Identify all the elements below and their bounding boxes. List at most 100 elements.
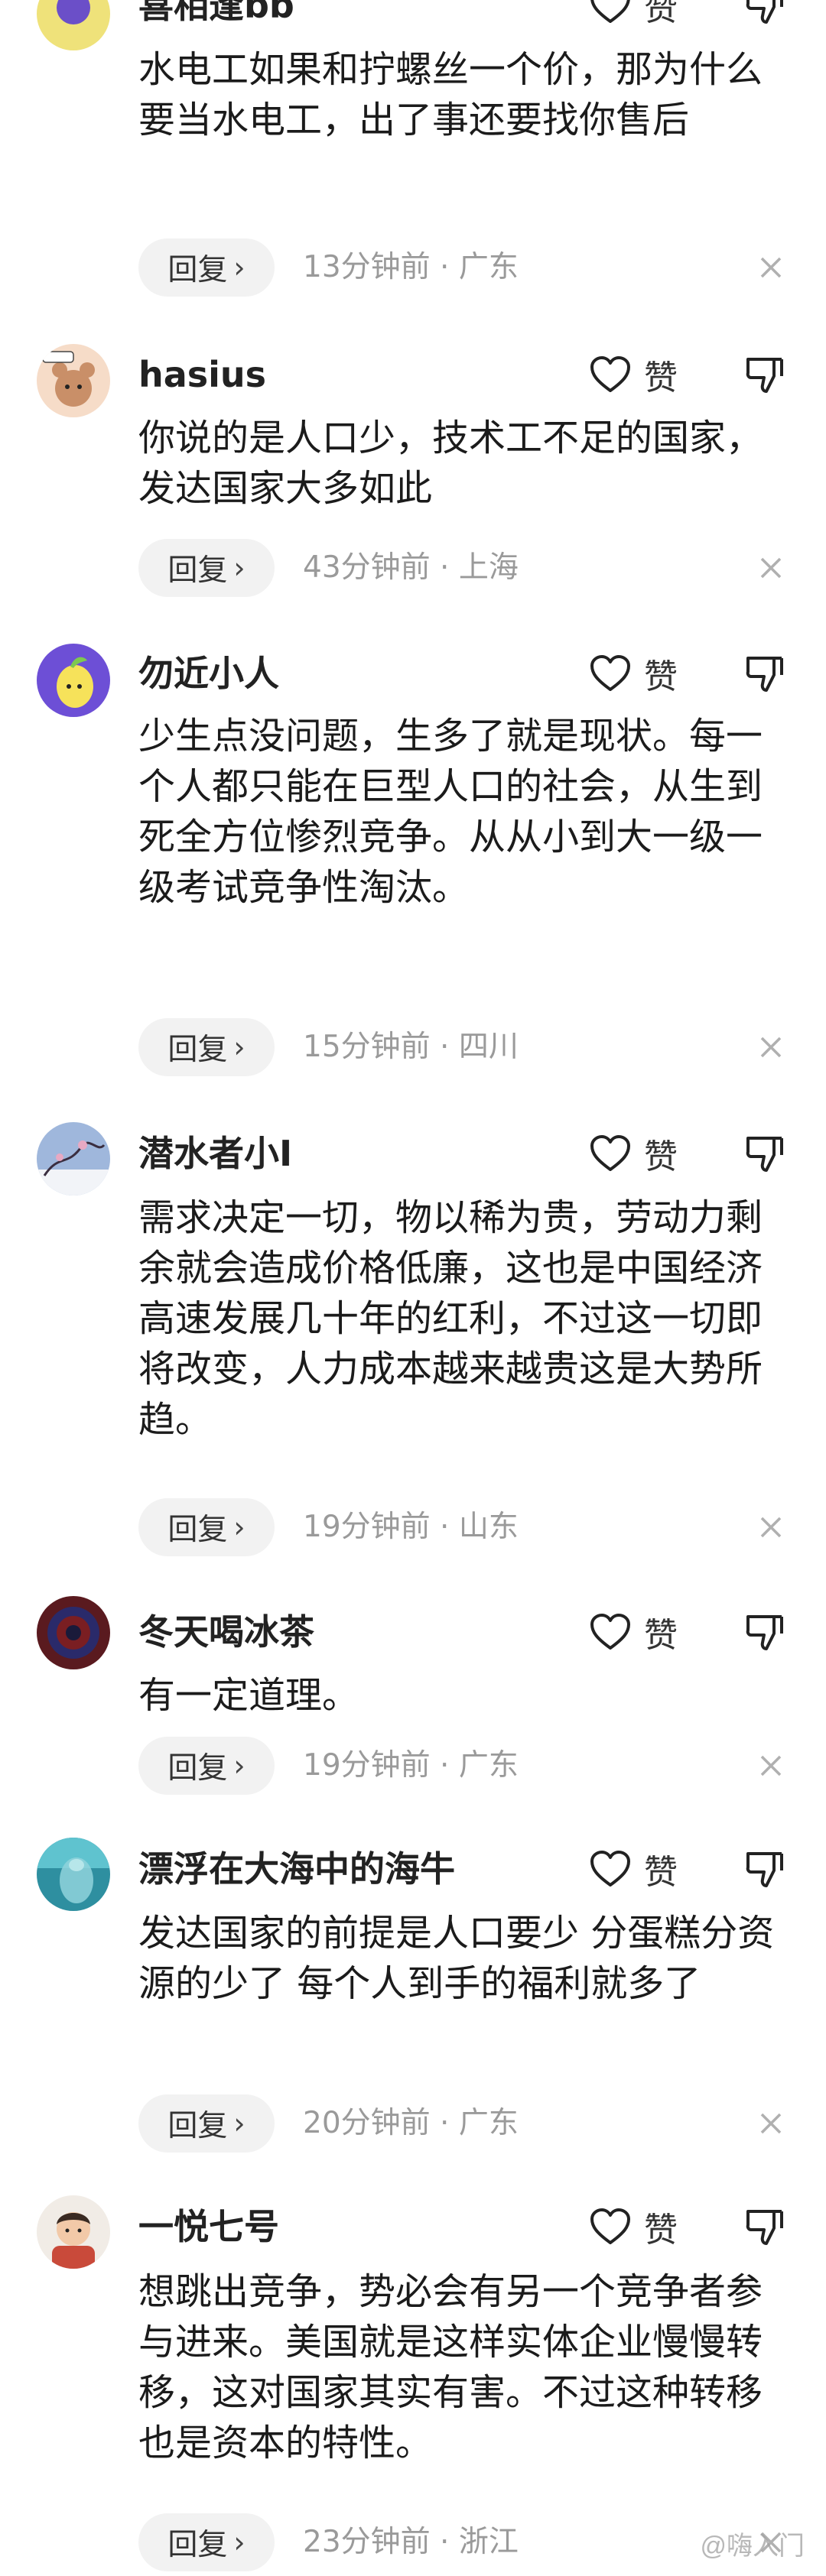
comment-meta: 23分钟前 · 浙江 (303, 2525, 519, 2559)
dislike-button[interactable] (742, 1127, 788, 1180)
reply-button[interactable]: 回复 › (138, 2513, 275, 2571)
avatar[interactable] (37, 644, 110, 717)
like-label: 赞 (644, 358, 678, 397)
like-button[interactable]: 赞 (589, 1605, 678, 1659)
dislike-button[interactable] (742, 1842, 788, 1896)
comment-location: 浙江 (458, 2525, 519, 2559)
comment-meta: 20分钟前 · 广东 (303, 2106, 519, 2140)
comment-text: 需求决定一切，物以稀为贵，劳动力剩余就会造成价格低廉，这也是中国经济高速发展几十… (138, 1196, 763, 1441)
close-icon (760, 1037, 782, 1058)
close-button[interactable] (756, 238, 786, 297)
comment-meta: 19分钟前 · 山东 (303, 1510, 519, 1544)
like-button[interactable]: 赞 (589, 1127, 678, 1180)
avatar[interactable] (37, 2195, 110, 2269)
thumbs-down-icon (746, 2210, 783, 2245)
username[interactable]: 漂浮在大海中的海牛 (138, 1842, 455, 1896)
heart-icon (590, 1851, 630, 1887)
close-button[interactable] (756, 1018, 786, 1076)
reply-label: 回复 (167, 2109, 228, 2143)
avatar[interactable] (37, 1838, 110, 1911)
dislike-button[interactable] (742, 348, 788, 401)
reply-button[interactable]: 回复 › (138, 539, 275, 597)
thumbs-down-icon (746, 1852, 783, 1887)
reply-label: 回复 (167, 2528, 228, 2562)
close-icon (760, 1517, 782, 1538)
thumbs-down-icon (746, 1615, 783, 1650)
chevron-right-icon: › (233, 551, 246, 585)
comment-meta: 13分钟前 · 广东 (303, 250, 519, 284)
comment-meta: 43分钟前 · 上海 (303, 550, 519, 585)
comment-time: 43分钟前 (303, 550, 431, 585)
like-label: 赞 (644, 2211, 678, 2250)
comment-time: 23分钟前 (303, 2525, 431, 2559)
chevron-right-icon: › (233, 1749, 246, 1783)
like-label: 赞 (644, 0, 678, 28)
reply-button[interactable]: 回复 › (138, 1498, 275, 1556)
avatar[interactable] (37, 1596, 110, 1669)
comment-location: 上海 (458, 550, 519, 585)
close-icon (760, 557, 782, 579)
comment-time: 20分钟前 (303, 2106, 431, 2140)
reply-button[interactable]: 回复 › (138, 1018, 275, 1076)
like-button[interactable]: 赞 (589, 348, 678, 401)
reply-button[interactable]: 回复 › (138, 238, 275, 297)
username[interactable]: 勿近小人 (138, 647, 279, 700)
comment-text: 少生点没问题，生多了就是现状。每一个人都只能在巨型人口的社会，从生到死全方位惨烈… (138, 715, 763, 909)
chevron-right-icon: › (233, 251, 246, 284)
chevron-right-icon: › (233, 2107, 246, 2140)
dislike-button[interactable] (742, 1605, 788, 1659)
dislike-button[interactable] (742, 2200, 788, 2253)
like-label: 赞 (644, 1853, 678, 1892)
reply-label: 回复 (167, 553, 228, 588)
username[interactable]: hasius (138, 348, 266, 401)
username[interactable]: 一悦七号 (138, 2200, 279, 2253)
dislike-button[interactable] (742, 647, 788, 700)
comment-meta: 19分钟前 · 广东 (303, 1748, 519, 1783)
close-button[interactable] (756, 1498, 786, 1556)
reply-button[interactable]: 回复 › (138, 1737, 275, 1795)
chevron-right-icon: › (233, 1030, 246, 1064)
reply-label: 回复 (167, 1751, 228, 1786)
reply-label: 回复 (167, 1033, 228, 1067)
comment-text: 有一定道理。 (138, 1674, 359, 1717)
comment-meta: 15分钟前 · 四川 (303, 1030, 519, 1064)
reply-label: 回复 (167, 1513, 228, 1547)
like-button[interactable]: 赞 (589, 1842, 678, 1896)
heart-icon (590, 356, 630, 392)
username[interactable]: 冬天喝冰茶 (138, 1605, 314, 1659)
like-button[interactable]: 赞 (589, 647, 678, 700)
comment-location: 四川 (458, 1030, 519, 1064)
close-button[interactable] (756, 539, 786, 597)
reply-button[interactable]: 回复 › (138, 2094, 275, 2153)
thumbs-down-icon (746, 358, 783, 393)
like-label: 赞 (644, 1137, 678, 1176)
username[interactable]: 喜相逢bb (138, 0, 294, 32)
comment-time: 15分钟前 (303, 1030, 431, 1064)
reply-label: 回复 (167, 253, 228, 287)
thumbs-down-icon (746, 0, 783, 24)
comment-time: 19分钟前 (303, 1748, 431, 1783)
like-label: 赞 (644, 1616, 678, 1655)
thumbs-down-icon (746, 1137, 783, 1172)
like-button[interactable]: 赞 (589, 0, 678, 32)
like-button[interactable]: 赞 (589, 2200, 678, 2253)
comment-text: 想跳出竞争，势必会有另一个竞争者参与进来。美国就是这样实体企业慢慢转移，这对国家… (138, 2270, 763, 2464)
avatar[interactable] (37, 1122, 110, 1196)
username[interactable]: 潜水者小I (138, 1127, 292, 1180)
avatar[interactable] (37, 344, 110, 417)
heart-icon (590, 1614, 630, 1650)
comment-text: 你说的是人口少，技术工不足的国家，发达国家大多如此 (138, 417, 763, 510)
like-label: 赞 (644, 657, 678, 696)
comment-text: 水电工如果和拧螺丝一个价，那为什么要当水电工，出了事还要找你售后 (138, 48, 763, 141)
comment-location: 广东 (458, 1748, 519, 1783)
chevron-right-icon: › (233, 2526, 246, 2559)
close-button[interactable] (756, 1737, 786, 1795)
close-button[interactable] (756, 2094, 786, 2153)
dislike-button[interactable] (742, 0, 788, 32)
thumbs-down-icon (746, 657, 783, 692)
close-icon (760, 1755, 782, 1776)
comment-text: 发达国家的前提是人口要少 分蛋糕分资源的少了 每个人到手的福利就多了 (138, 1912, 775, 2005)
comment-time: 19分钟前 (303, 1510, 431, 1544)
comment-time: 13分钟前 (303, 250, 431, 284)
avatar[interactable] (37, 0, 110, 50)
